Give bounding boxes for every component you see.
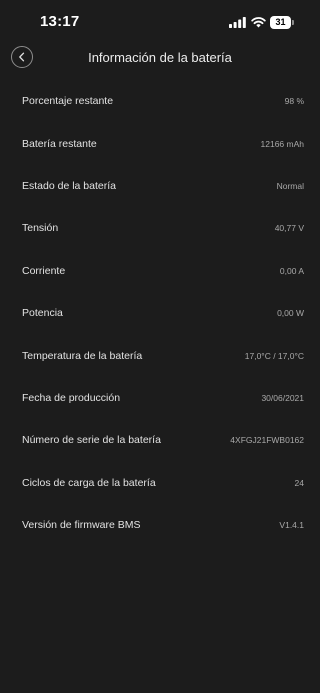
info-value: 12166 mAh [260, 138, 304, 149]
page-title: Información de la batería [0, 50, 320, 65]
info-label: Versión de firmware BMS [22, 519, 141, 532]
info-row-voltage: Tensión 40,77 V [0, 207, 320, 249]
battery-tip [292, 20, 294, 25]
info-row-production-date: Fecha de producción 30/06/2021 [0, 377, 320, 419]
info-value: Normal [276, 180, 304, 191]
header: Información de la batería [0, 44, 320, 74]
info-row-charge-cycles: Ciclos de carga de la batería 24 [0, 462, 320, 504]
info-label: Temperatura de la batería [22, 349, 143, 362]
info-row-battery-status: Estado de la batería Normal [0, 165, 320, 207]
info-value: 24 [294, 477, 304, 488]
info-row-remaining-percentage: Porcentaje restante 98 % [0, 80, 320, 122]
battery-icon: 31 [270, 16, 295, 29]
info-label: Tensión [22, 222, 59, 235]
info-value: 0,00 W [277, 308, 304, 319]
info-value: 30/06/2021 [261, 392, 304, 403]
page-title-text: Información de la batería [88, 50, 232, 65]
info-value: 17,0°C / 17,0°C [244, 350, 304, 361]
info-row-remaining-capacity: Batería restante 12166 mAh [0, 122, 320, 164]
info-label: Potencia [22, 307, 63, 320]
info-value: 0,00 A [279, 265, 304, 276]
info-value: 4XFGJ21FWB0162 [230, 435, 304, 446]
battery-level: 31 [275, 17, 286, 27]
info-label: Ciclos de carga de la batería [22, 476, 156, 489]
wifi-icon [251, 17, 266, 28]
info-row-current: Corriente 0,00 A [0, 250, 320, 292]
info-value: V1.4.1 [279, 520, 304, 531]
info-label: Estado de la batería [22, 179, 116, 192]
status-bar: 13:17 31 [0, 0, 320, 44]
info-value: 40,77 V [274, 223, 304, 234]
info-label: Número de serie de la batería [22, 434, 161, 447]
battery-body: 31 [270, 16, 291, 29]
battery-info-list: Porcentaje restante 98 % Batería restant… [0, 80, 320, 546]
info-value: 98 % [284, 96, 304, 107]
signal-icon [229, 17, 246, 28]
info-row-power: Potencia 0,00 W [0, 292, 320, 334]
info-row-battery-temperature: Temperatura de la batería 17,0°C / 17,0°… [0, 334, 320, 376]
info-label: Porcentaje restante [22, 95, 114, 108]
status-time: 13:17 [40, 13, 80, 30]
info-row-serial-number: Número de serie de la batería 4XFGJ21FWB… [0, 419, 320, 461]
info-label: Corriente [22, 264, 66, 277]
info-label: Fecha de producción [22, 391, 121, 404]
info-label: Batería restante [22, 137, 97, 150]
info-row-bms-firmware-version: Versión de firmware BMS V1.4.1 [0, 504, 320, 546]
